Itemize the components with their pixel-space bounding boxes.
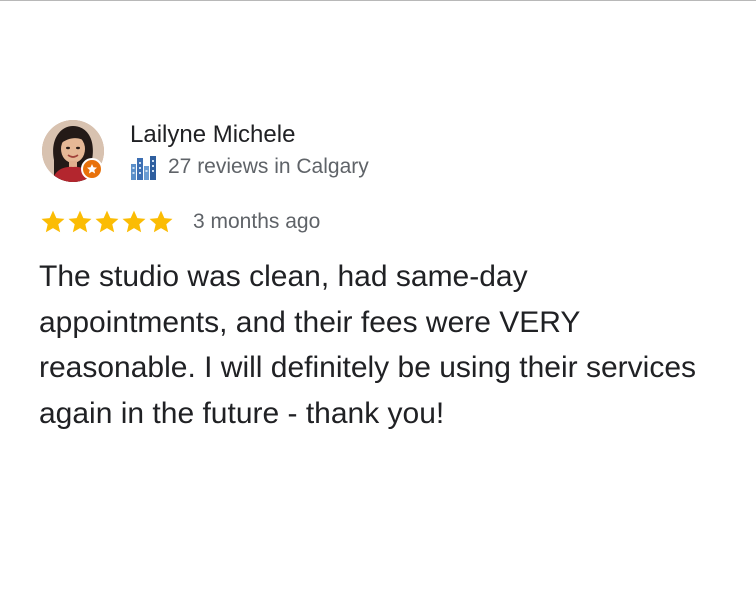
rating-row: 3 months ago: [40, 206, 320, 238]
reviewer-name[interactable]: Lailyne Michele: [130, 120, 295, 150]
local-guide-badge-icon: [81, 158, 103, 180]
city-skyline-icon: [131, 156, 156, 180]
star-icon: [95, 210, 119, 233]
review-text: The studio was clean, had same-day appoi…: [39, 260, 696, 430]
star-icon: [149, 210, 173, 233]
review-date: 3 months ago: [193, 210, 321, 233]
star-icon: [122, 210, 146, 233]
top-divider: [0, 0, 756, 1]
star-rating: [40, 209, 175, 235]
reviewer-meta: 27 reviews in Calgary: [131, 153, 369, 181]
avatar[interactable]: [42, 120, 104, 182]
reviewer-review-count: 27 reviews in Calgary: [168, 155, 369, 178]
star-icon: [68, 210, 92, 233]
star-icon: [41, 210, 65, 233]
